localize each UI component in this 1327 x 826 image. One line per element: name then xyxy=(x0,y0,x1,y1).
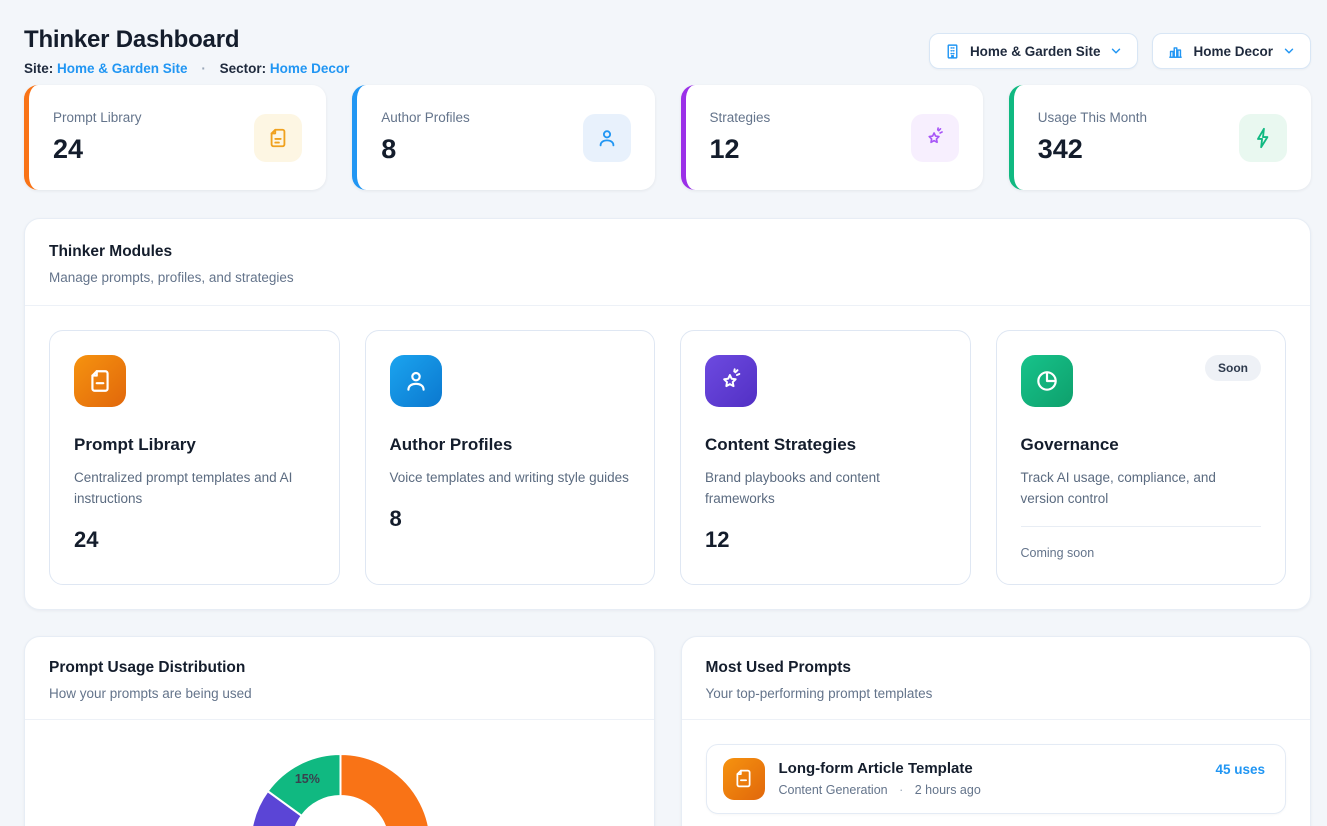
building-icon xyxy=(944,43,961,60)
module-count: 8 xyxy=(390,506,631,532)
module-description: Centralized prompt templates and AI inst… xyxy=(74,468,315,510)
prompt-list-item[interactable]: Long-form Article Template Content Gener… xyxy=(706,744,1287,814)
donut-segment-label: 15% xyxy=(295,772,320,786)
donut-segment-orange xyxy=(341,754,431,826)
prompts-card-subtitle: Your top-performing prompt templates xyxy=(706,686,1287,701)
module-description: Voice templates and writing style guides xyxy=(390,468,631,489)
stat-text: Strategies 12 xyxy=(710,110,771,165)
stat-text: Usage This Month 342 xyxy=(1038,110,1147,165)
coming-soon-label: Coming soon xyxy=(1021,526,1262,560)
header-selectors: Home & Garden Site Home Decor xyxy=(929,33,1311,69)
prompts-card-header: Most Used Prompts Your top-performing pr… xyxy=(682,637,1311,720)
most-used-prompts-card: Most Used Prompts Your top-performing pr… xyxy=(681,636,1312,826)
module-count: 12 xyxy=(705,527,946,553)
user-icon xyxy=(390,355,442,407)
prompts-list: Long-form Article Template Content Gener… xyxy=(682,720,1311,826)
bottom-row: Prompt Usage Distribution How your promp… xyxy=(24,636,1311,826)
sparkle-star-icon xyxy=(911,114,959,162)
stat-text: Author Profiles 8 xyxy=(381,110,470,165)
sector-selector-button[interactable]: Home Decor xyxy=(1152,33,1311,69)
module-card-prompt-library[interactable]: Prompt Library Centralized prompt templa… xyxy=(49,330,340,585)
modules-panel-title: Thinker Modules xyxy=(49,243,1286,261)
module-description: Brand playbooks and content frameworks xyxy=(705,468,946,510)
thinker-modules-panel: Thinker Modules Manage prompts, profiles… xyxy=(24,218,1311,610)
module-description: Track AI usage, compliance, and version … xyxy=(1021,468,1262,510)
chevron-down-icon xyxy=(1282,44,1296,58)
site-sector-subline: Site: Home & Garden Site · Sector: Home … xyxy=(24,61,349,76)
donut-chart-svg: 15% xyxy=(25,720,654,826)
module-count: 24 xyxy=(74,527,315,553)
stat-card-strategies: Strategies 12 xyxy=(681,85,983,190)
site-selector-label: Home & Garden Site xyxy=(970,44,1101,59)
soon-badge: Soon xyxy=(1205,355,1261,381)
stat-label: Author Profiles xyxy=(381,110,470,125)
site-link[interactable]: Home & Garden Site xyxy=(57,61,188,76)
modules-panel-header: Thinker Modules Manage prompts, profiles… xyxy=(25,219,1310,306)
stat-value: 12 xyxy=(710,134,771,165)
subline-separator: · xyxy=(201,61,206,76)
usage-card-title: Prompt Usage Distribution xyxy=(49,659,630,677)
prompt-item-text: Long-form Article Template Content Gener… xyxy=(779,758,981,797)
document-icon xyxy=(254,114,302,162)
meta-separator: · xyxy=(899,783,903,797)
sector-selector-label: Home Decor xyxy=(1193,44,1273,59)
modules-grid: Prompt Library Centralized prompt templa… xyxy=(25,306,1310,609)
module-card-author-profiles[interactable]: Author Profiles Voice templates and writ… xyxy=(365,330,656,585)
document-icon xyxy=(723,758,765,800)
modules-panel-subtitle: Manage prompts, profiles, and strategies xyxy=(49,270,1286,285)
stat-label: Usage This Month xyxy=(1038,110,1147,125)
module-title: Author Profiles xyxy=(390,435,631,455)
pie-chart-icon xyxy=(1021,355,1073,407)
stat-card-usage: Usage This Month 342 xyxy=(1009,85,1311,190)
chevron-down-icon xyxy=(1109,44,1123,58)
lightning-icon xyxy=(1239,114,1287,162)
sector-link[interactable]: Home Decor xyxy=(270,61,350,76)
page-title: Thinker Dashboard xyxy=(24,26,349,54)
stat-text: Prompt Library 24 xyxy=(53,110,142,165)
prompt-usage-card: Prompt Usage Distribution How your promp… xyxy=(24,636,655,826)
usage-card-subtitle: How your prompts are being used xyxy=(49,686,630,701)
dashboard-page: Thinker Dashboard Site: Home & Garden Si… xyxy=(0,0,1327,826)
module-title: Prompt Library xyxy=(74,435,315,455)
user-icon xyxy=(583,114,631,162)
stat-label: Prompt Library xyxy=(53,110,142,125)
stat-value: 24 xyxy=(53,134,142,165)
sparkle-star-icon xyxy=(705,355,757,407)
prompt-item-meta: Content Generation · 2 hours ago xyxy=(779,783,981,797)
usage-card-header: Prompt Usage Distribution How your promp… xyxy=(25,637,654,720)
module-title: Governance xyxy=(1021,435,1262,455)
stat-label: Strategies xyxy=(710,110,771,125)
site-label: Site: xyxy=(24,61,53,76)
page-header: Thinker Dashboard Site: Home & Garden Si… xyxy=(24,26,1311,76)
prompts-card-title: Most Used Prompts xyxy=(706,659,1287,677)
prompt-item-title: Long-form Article Template xyxy=(779,760,981,777)
prompt-category: Content Generation xyxy=(779,783,888,797)
module-card-content-strategies[interactable]: Content Strategies Brand playbooks and c… xyxy=(680,330,971,585)
usage-donut-chart: 15% xyxy=(25,720,654,826)
module-card-governance[interactable]: Soon Governance Track AI usage, complian… xyxy=(996,330,1287,585)
document-icon xyxy=(74,355,126,407)
header-left: Thinker Dashboard Site: Home & Garden Si… xyxy=(24,26,349,76)
module-title: Content Strategies xyxy=(705,435,946,455)
site-selector-button[interactable]: Home & Garden Site xyxy=(929,33,1139,69)
stat-value: 8 xyxy=(381,134,470,165)
stat-card-author-profiles: Author Profiles 8 xyxy=(352,85,654,190)
prompt-uses-badge: 45 uses xyxy=(1215,762,1265,777)
stat-value: 342 xyxy=(1038,134,1147,165)
stat-card-prompt-library: Prompt Library 24 xyxy=(24,85,326,190)
bar-chart-icon xyxy=(1167,43,1184,60)
sector-label: Sector: xyxy=(220,61,267,76)
prompt-time: 2 hours ago xyxy=(915,783,981,797)
stats-row: Prompt Library 24 Author Profiles 8 xyxy=(24,85,1311,190)
